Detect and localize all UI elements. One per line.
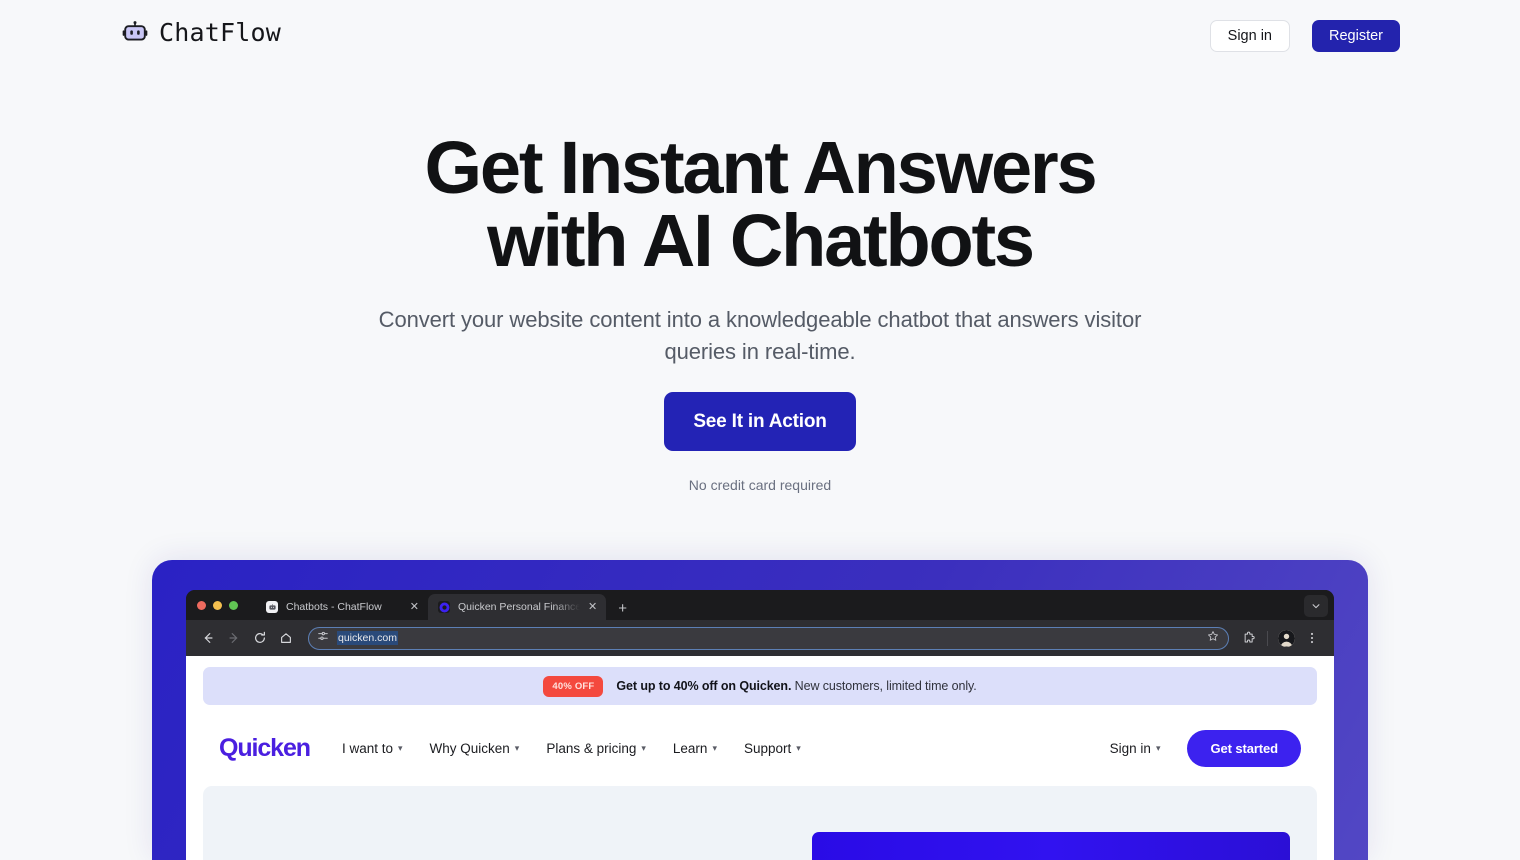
hero-title-line-2: with AI Chatbots <box>487 199 1035 282</box>
page-title: Get Instant Answers with AI Chatbots <box>0 131 1520 278</box>
hero-title-line-1: Get Instant Answers <box>424 126 1098 209</box>
chevron-down-icon: ▾ <box>712 742 717 753</box>
chevron-down-icon[interactable] <box>1304 595 1328 617</box>
maximize-window-icon[interactable] <box>229 600 238 610</box>
quicken-nav-actions: Sign in ▾ Get started <box>1110 729 1301 767</box>
kebab-menu-icon[interactable] <box>1299 625 1325 651</box>
hero-note: No credit card required <box>688 477 832 493</box>
hero-subtitle: Convert your website content into a know… <box>378 307 1142 364</box>
avatar-icon[interactable] <box>1273 625 1299 651</box>
browser-tab[interactable]: Chatbots - ChatFlow ✕ <box>256 594 428 620</box>
arrow-right-icon <box>221 625 247 651</box>
quicken-hero-section <box>203 786 1317 860</box>
hero-cta-wrapper: See It in Action <box>0 392 1520 451</box>
browser-page-content: 40% OFF Get up to 40% off on Quicken. Ne… <box>186 656 1334 860</box>
brand-logo[interactable]: ChatFlow <box>122 18 281 47</box>
minimize-window-icon[interactable] <box>213 600 222 610</box>
tune-icon[interactable] <box>317 629 329 647</box>
robot-icon <box>266 601 278 613</box>
promo-text-rest: New customers, limited time only. <box>791 679 977 693</box>
nav-item-label: Plans & pricing <box>546 740 637 756</box>
chevron-down-icon: ▾ <box>641 742 646 753</box>
see-it-in-action-button[interactable]: See It in Action <box>664 392 856 451</box>
close-window-icon[interactable] <box>197 600 206 610</box>
quicken-hero-banner[interactable] <box>812 832 1290 860</box>
brand-name: ChatFlow <box>159 18 282 47</box>
window-traffic-lights <box>197 590 238 620</box>
browser-window: Chatbots - ChatFlow ✕ Quicken Personal F… <box>186 590 1334 860</box>
sign-in-button[interactable]: Sign in <box>1209 20 1290 52</box>
promo-text: Get up to 40% off on Quicken. New custom… <box>616 679 976 693</box>
quicken-icon <box>438 601 450 613</box>
toolbar-divider <box>1267 630 1268 646</box>
nav-item-label: Support <box>743 740 792 756</box>
quicken-sign-in[interactable]: Sign in ▾ <box>1110 741 1161 756</box>
chevron-down-icon: ▾ <box>514 742 520 753</box>
browser-tab[interactable]: Quicken Personal Finance and ✕ <box>428 594 607 620</box>
nav-item-why-quicken[interactable]: Why Quicken ▾ <box>430 741 520 756</box>
puzzle-icon[interactable] <box>1236 625 1262 651</box>
promo-text-bold: Get up to 40% off on Quicken. <box>616 679 792 693</box>
promo-banner: 40% OFF Get up to 40% off on Quicken. Ne… <box>203 667 1317 705</box>
nav-item-plans-pricing[interactable]: Plans & pricing ▾ <box>546 741 646 756</box>
new-tab-button[interactable]: + <box>618 601 627 616</box>
get-started-button[interactable]: Get started <box>1187 729 1301 767</box>
home-icon[interactable] <box>273 625 299 651</box>
url-text[interactable]: quicken.com <box>337 631 398 645</box>
quicken-logo[interactable]: Quicken <box>219 734 311 763</box>
quicken-nav-menu: I want to ▾ Why Quicken ▾ Plans & pricin… <box>342 741 801 756</box>
nav-item-label: Why Quicken <box>429 740 510 756</box>
nav-item-label: I want to <box>341 740 393 756</box>
quicken-navbar: Quicken I want to ▾ Why Quicken ▾ Plans … <box>186 719 1334 777</box>
arrow-left-icon[interactable] <box>195 625 221 651</box>
nav-item-learn[interactable]: Learn ▾ <box>673 741 717 756</box>
register-button[interactable]: Register <box>1312 20 1400 52</box>
browser-tabstrip: Chatbots - ChatFlow ✕ Quicken Personal F… <box>186 590 1334 620</box>
browser-toolbar: quicken.com <box>186 620 1334 656</box>
tab-title: Chatbots - ChatFlow <box>286 601 382 613</box>
close-icon[interactable]: ✕ <box>588 601 597 613</box>
header-actions: Sign in Register <box>1209 20 1400 52</box>
browser-mockup-frame: Chatbots - ChatFlow ✕ Quicken Personal F… <box>152 560 1368 860</box>
address-bar[interactable]: quicken.com <box>308 626 1229 650</box>
chevron-down-icon: ▾ <box>796 742 801 753</box>
nav-item-support[interactable]: Support ▾ <box>744 741 801 756</box>
chevron-down-icon: ▾ <box>1155 742 1161 753</box>
tab-title: Quicken Personal Finance and <box>458 601 580 613</box>
nav-item-label: Learn <box>672 740 708 756</box>
reload-icon[interactable] <box>247 625 273 651</box>
quicken-sign-in-label: Sign in <box>1109 740 1151 756</box>
site-header: ChatFlow Sign in Register <box>0 0 1520 70</box>
close-icon[interactable]: ✕ <box>410 601 419 613</box>
promo-badge: 40% OFF <box>543 675 604 697</box>
robot-icon <box>122 20 148 46</box>
star-icon[interactable] <box>1207 629 1219 647</box>
nav-item-i-want-to[interactable]: I want to ▾ <box>342 741 403 756</box>
chevron-down-icon: ▾ <box>397 742 403 753</box>
